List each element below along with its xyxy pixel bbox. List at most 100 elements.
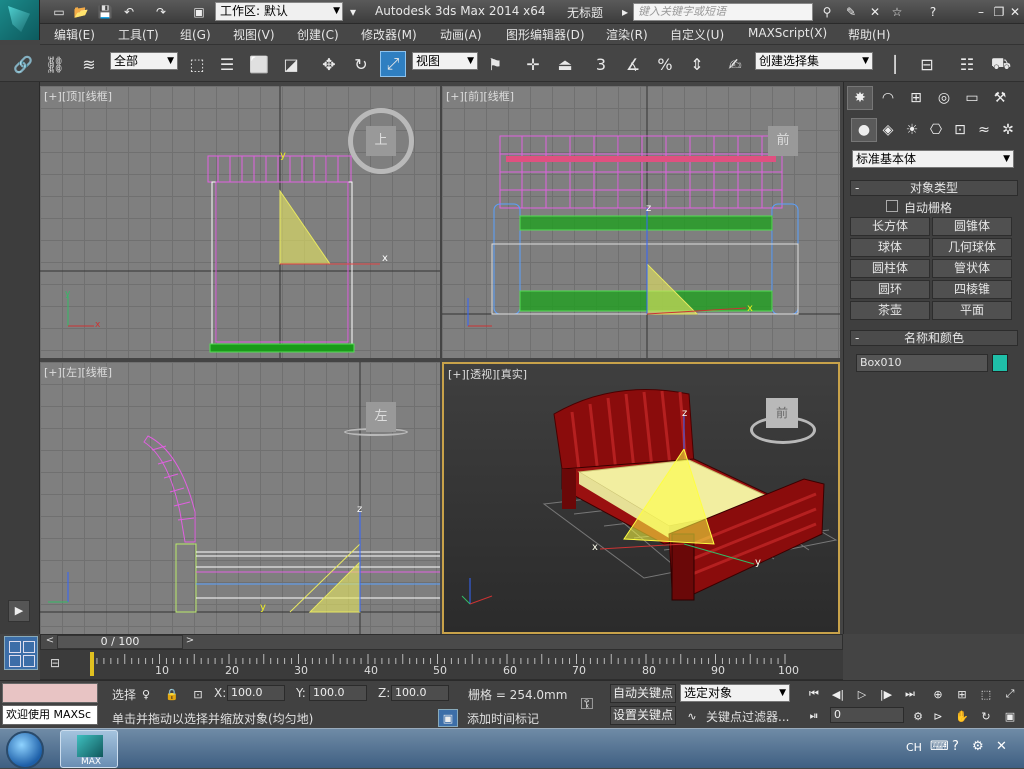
unlink-icon[interactable]: ⛓ <box>42 51 68 77</box>
workspace-dropdown[interactable]: 工作区: 默认 ▼ <box>215 2 343 21</box>
lock-selection-icon[interactable]: 🔒 <box>162 685 182 703</box>
menu-modifiers[interactable]: 修改器(M) <box>361 26 417 43</box>
save-icon[interactable]: 💾 <box>96 3 114 21</box>
sphere-button[interactable]: 球体 <box>850 238 930 257</box>
zoom-extents-all-icon[interactable]: ⤢ <box>1000 685 1020 703</box>
z-coord-input[interactable]: 100.0 <box>391 685 449 701</box>
utilities-tab-icon[interactable]: ⚒ <box>987 86 1013 110</box>
tray-close-icon[interactable]: ✕ <box>996 739 1007 754</box>
pan-icon[interactable]: ✋ <box>952 707 972 725</box>
viewport-front[interactable]: [+][前][线框] z x 前 <box>442 86 840 358</box>
help-tray-icon[interactable]: ? <box>952 739 959 754</box>
track-bar[interactable]: 10 20 30 40 50 60 70 80 90 100 <box>40 650 843 680</box>
spinner-snap-icon[interactable]: ⇕ <box>684 51 710 77</box>
viewcube[interactable]: 上 <box>366 126 396 156</box>
maximize-viewport-icon[interactable]: ▣ <box>1000 707 1020 725</box>
x-coord-input[interactable]: 100.0 <box>227 685 285 701</box>
rectangular-selection-icon[interactable]: ⬜ <box>246 51 272 77</box>
render-setup-icon[interactable]: ⛟ <box>988 51 1014 77</box>
menu-maxscript[interactable]: MAXScript(X) <box>748 26 827 40</box>
select-by-name-icon[interactable]: ☰ <box>214 51 240 77</box>
next-frame-arrow-icon[interactable]: > <box>183 635 197 649</box>
taskbar-3dsmax-button[interactable]: MAX <box>60 730 118 768</box>
bind-space-warp-icon[interactable]: ≋ <box>76 51 102 77</box>
pyramid-button[interactable]: 四棱锥 <box>932 280 1012 299</box>
absolute-mode-icon[interactable]: ⊡ <box>188 685 208 703</box>
modify-tab-icon[interactable]: ◠ <box>875 86 901 110</box>
current-frame-input[interactable]: 0 <box>830 707 904 723</box>
redo-icon[interactable]: ↷ <box>152 3 170 21</box>
keyboard-shortcut-icon[interactable]: ⏏ <box>552 51 578 77</box>
minimize-icon[interactable]: – <box>972 3 990 21</box>
percent-snap-icon[interactable]: % <box>652 51 678 77</box>
expand-ribbon-button[interactable]: ▶ <box>8 600 30 622</box>
shapes-icon[interactable]: ◈ <box>875 118 901 142</box>
lights-icon[interactable]: ☀ <box>899 118 925 142</box>
tube-button[interactable]: 管状体 <box>932 259 1012 278</box>
next-frame-icon[interactable]: |▶ <box>876 685 896 703</box>
object-type-rollout[interactable]: - 对象类型 <box>850 180 1018 196</box>
select-manipulate-icon[interactable]: ✛ <box>520 51 546 77</box>
create-tab-icon[interactable]: ✸ <box>847 86 873 110</box>
systems-icon[interactable]: ✲ <box>995 118 1021 142</box>
edit-named-selections-icon[interactable]: ✍ <box>722 51 748 77</box>
helpers-icon[interactable]: ⊡ <box>947 118 973 142</box>
start-button[interactable] <box>6 731 44 769</box>
orbit-icon[interactable]: ↻ <box>976 707 996 725</box>
object-color-swatch[interactable] <box>992 354 1008 372</box>
time-slider-thumb[interactable]: 0 / 100 <box>57 635 183 649</box>
space-warps-icon[interactable]: ≈ <box>971 118 997 142</box>
selection-filter-dropdown[interactable]: 全部 ▼ <box>110 52 178 70</box>
key-mode-toggle-icon[interactable]: ⏯ <box>804 707 824 725</box>
viewport-top[interactable]: [+][顶][线框] x y y x 上 <box>40 86 440 358</box>
geosphere-button[interactable]: 几何球体 <box>932 238 1012 257</box>
menu-create[interactable]: 创建(C) <box>297 26 339 43</box>
search-expand-icon[interactable]: ▸ <box>616 3 634 21</box>
move-icon[interactable]: ✥ <box>316 51 342 77</box>
previous-frame-icon[interactable]: ◀| <box>828 685 848 703</box>
menu-tools[interactable]: 工具(T) <box>118 26 159 43</box>
scale-icon[interactable]: ⤢ <box>380 51 406 77</box>
auto-key-button[interactable]: 自动关键点 <box>610 684 676 703</box>
set-key-icon[interactable]: ⚿ <box>572 691 602 717</box>
set-key-button[interactable]: 设置关键点 <box>610 706 676 725</box>
help-icon[interactable]: ? <box>924 3 942 21</box>
reference-coord-dropdown[interactable]: 视图 ▼ <box>412 52 478 70</box>
pivot-center-icon[interactable]: ⚑ <box>482 51 508 77</box>
field-of-view-icon[interactable]: ⊳ <box>928 707 948 725</box>
maxscript-listener-pink[interactable] <box>2 683 98 703</box>
cylinder-button[interactable]: 圆柱体 <box>850 259 930 278</box>
communication-icon[interactable]: ✕ <box>866 3 884 21</box>
favorites-star-icon[interactable]: ☆ <box>888 3 906 21</box>
subscription-icon[interactable]: ✎ <box>842 3 860 21</box>
category-dropdown[interactable]: 标准基本体 ▼ <box>852 150 1014 168</box>
viewport-layout-button[interactable] <box>4 636 38 670</box>
key-mode-dropdown[interactable]: 选定对象 ▼ <box>680 684 790 702</box>
maxscript-listener-input[interactable]: 欢迎使用 MAXSc <box>2 705 98 725</box>
tray-settings-icon[interactable]: ⚙ <box>972 739 984 754</box>
window-crossing-icon[interactable]: ◪ <box>278 51 304 77</box>
keyboard-icon[interactable]: ⌨ <box>930 739 949 754</box>
menu-animation[interactable]: 动画(A) <box>440 26 482 43</box>
undo-icon[interactable]: ↶ <box>120 3 138 21</box>
add-time-tag-label[interactable]: 添加时间标记 <box>467 710 539 727</box>
torus-button[interactable]: 圆环 <box>850 280 930 299</box>
project-folder-icon[interactable]: ▣ <box>190 3 208 21</box>
menu-customize[interactable]: 自定义(U) <box>670 26 724 43</box>
time-slider[interactable]: < 0 / 100 > <box>40 634 843 650</box>
select-object-icon[interactable]: ⬚ <box>184 51 210 77</box>
object-name-input[interactable]: Box010 <box>856 354 988 372</box>
geometry-icon[interactable]: ● <box>851 118 877 142</box>
time-tag-icon[interactable]: ▣ <box>438 709 458 727</box>
mirror-icon[interactable]: ⎮ <box>882 51 908 77</box>
open-file-icon[interactable]: 📂 <box>72 3 90 21</box>
name-color-rollout[interactable]: - 名称和颜色 <box>850 330 1018 346</box>
app-logo-button[interactable] <box>0 0 40 40</box>
menu-help[interactable]: 帮助(H) <box>848 26 890 43</box>
time-config-icon[interactable]: ⚙ <box>908 707 928 725</box>
viewport-left[interactable]: [+][左][线框] z y 左 <box>40 362 440 634</box>
key-filters-button[interactable]: 关键点过滤器... <box>706 708 789 725</box>
language-indicator[interactable]: CH <box>906 741 922 754</box>
align-icon[interactable]: ⊟ <box>914 51 940 77</box>
menu-graph-editors[interactable]: 图形编辑器(D) <box>506 26 585 43</box>
